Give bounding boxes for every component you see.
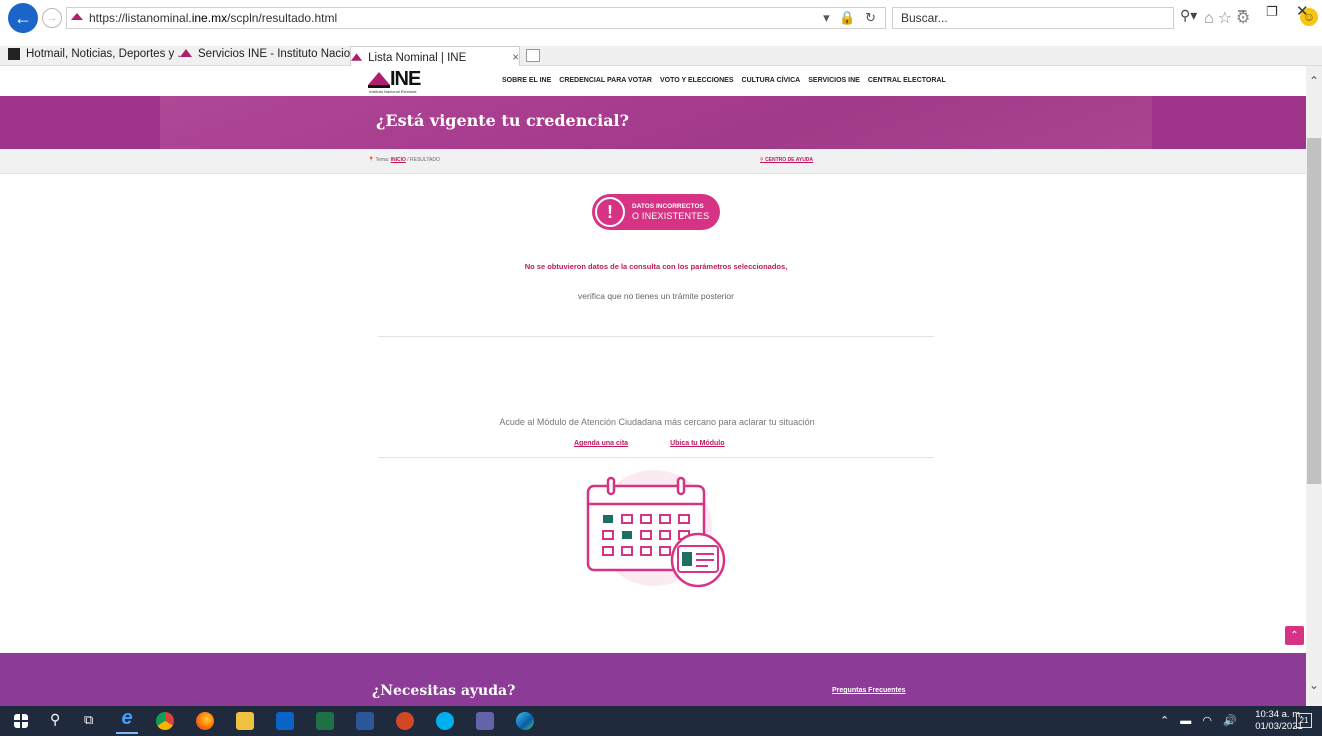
faq-link[interactable]: Preguntas Frecuentes bbox=[832, 687, 906, 694]
breadcrumb-bar: 📍 Tema: INICIO / RESULTADO ⚲ CENTRO DE A… bbox=[0, 149, 1306, 174]
nav-credencial-para-votar[interactable]: CREDENCIAL PARA VOTAR bbox=[559, 77, 652, 84]
footer-title: ¿Necesitas ayuda? bbox=[372, 683, 516, 699]
error-message: No se obtuvieron datos de la consulta co… bbox=[524, 262, 788, 271]
tab-servicios-ine[interactable]: Servicios INE - Instituto Nacion... bbox=[180, 48, 366, 60]
tab-close-icon[interactable]: × bbox=[512, 52, 519, 64]
tab-hotmail[interactable]: Hotmail, Noticias, Deportes y ... bbox=[8, 48, 187, 60]
logo-text: INE bbox=[390, 68, 421, 90]
internet-explorer-icon[interactable]: e bbox=[116, 707, 138, 734]
breadcrumb: 📍 Tema: INICIO / RESULTADO bbox=[368, 157, 440, 163]
find-module-link[interactable]: Ubica tu Módulo bbox=[670, 440, 724, 447]
system-tray-icons[interactable]: ⌃ ▬ ◠ 🔊 bbox=[1160, 714, 1241, 727]
help-pin-icon: ⚲ bbox=[760, 157, 764, 163]
address-url[interactable]: https://listanominal.ine.mx/scpln/result… bbox=[89, 11, 337, 25]
scrollbar-thumb[interactable] bbox=[1307, 138, 1321, 484]
nav-central-electoral[interactable]: CENTRAL ELECTORAL bbox=[868, 77, 946, 84]
breadcrumb-current: / RESULTADO bbox=[407, 157, 440, 163]
back-button[interactable]: ← bbox=[8, 3, 38, 33]
forward-button[interactable]: → bbox=[42, 8, 62, 28]
chevron-up-icon: ⌃ bbox=[1290, 630, 1299, 641]
nav-sobre-el-ine[interactable]: SOBRE EL INE bbox=[502, 77, 551, 84]
action-links: Agenda una cita Ubica tu Módulo bbox=[574, 440, 725, 447]
calendar-ring-right bbox=[676, 476, 686, 496]
id-card-photo bbox=[682, 552, 692, 566]
calendar-ring-left bbox=[606, 476, 616, 496]
notification-center-icon[interactable]: 21 bbox=[1296, 713, 1312, 728]
window-minimize-button[interactable]: – bbox=[1238, 2, 1246, 19]
module-instruction: Acude al Módulo de Atención Ciudadana má… bbox=[499, 417, 815, 427]
ine-favicon-icon bbox=[351, 52, 363, 61]
address-bar[interactable]: https://listanominal.ine.mx/scpln/result… bbox=[66, 7, 886, 29]
scroll-down-icon[interactable]: ⌄ bbox=[1309, 678, 1319, 692]
search-placeholder: Buscar... bbox=[901, 11, 948, 25]
excel-icon[interactable] bbox=[316, 712, 334, 730]
footer: ¿Necesitas ayuda? Preguntas Frecuentes bbox=[0, 653, 1306, 706]
calendar-id-card-illustration bbox=[586, 470, 726, 588]
site-header: INE Instituto Nacional Electoral SOBRE E… bbox=[0, 66, 1306, 96]
schedule-appointment-link[interactable]: Agenda una cita bbox=[574, 440, 628, 447]
hero-left-panel bbox=[0, 96, 160, 149]
windows-start-icon[interactable] bbox=[14, 714, 28, 728]
chrome-icon[interactable] bbox=[156, 712, 174, 730]
task-view-icon[interactable]: ⧉ bbox=[84, 712, 102, 730]
divider bbox=[378, 336, 934, 337]
page-title: ¿Está vigente tu credencial? bbox=[376, 111, 630, 130]
error-submessage: verifica que no tienes un trámite poster… bbox=[578, 291, 734, 301]
main-nav: SOBRE EL INE CREDENCIAL PARA VOTAR VOTO … bbox=[502, 77, 946, 84]
scroll-up-icon[interactable]: ⌃ bbox=[1309, 74, 1319, 88]
web-page: INE Instituto Nacional Electoral SOBRE E… bbox=[0, 66, 1306, 706]
file-explorer-icon[interactable] bbox=[236, 712, 254, 730]
ine-favicon-icon bbox=[71, 13, 83, 20]
arrow-left-icon: ← bbox=[14, 7, 32, 28]
divider bbox=[378, 457, 934, 458]
firefox-icon[interactable] bbox=[196, 712, 214, 730]
nav-servicios-ine[interactable]: SERVICIOS INE bbox=[808, 77, 860, 84]
powerpoint-icon[interactable] bbox=[396, 712, 414, 730]
search-input[interactable]: Buscar... bbox=[892, 7, 1174, 29]
search-icon[interactable]: ⚲▾ bbox=[1180, 7, 1197, 24]
arrow-right-icon: → bbox=[46, 12, 58, 24]
home-favorites-settings-icons[interactable]: ⌂☆⚙ bbox=[1204, 8, 1254, 28]
hero-banner: ¿Está vigente tu credencial? bbox=[0, 96, 1306, 149]
breadcrumb-home-link[interactable]: INICIO bbox=[391, 157, 406, 163]
hero-right-panel bbox=[1152, 96, 1306, 149]
teams-icon[interactable] bbox=[476, 712, 494, 730]
error-badge-line2: O INEXISTENTES bbox=[632, 211, 710, 221]
word-icon[interactable] bbox=[356, 712, 374, 730]
page-scrollbar[interactable]: ⌃ ⌄ bbox=[1306, 66, 1322, 706]
window-restore-button[interactable]: ❐ bbox=[1266, 4, 1278, 20]
nav-voto-y-elecciones[interactable]: VOTO Y ELECCIONES bbox=[660, 77, 734, 84]
error-badge-line1: DATOS INCORRECTOS bbox=[632, 203, 704, 210]
edge-icon[interactable] bbox=[516, 712, 534, 730]
ine-favicon-icon bbox=[180, 49, 192, 57]
logo-subtitle: Instituto Nacional Electoral bbox=[369, 89, 417, 94]
browser-toolbar: ← → https://listanominal.ine.mx/scpln/re… bbox=[0, 0, 1322, 46]
msn-icon bbox=[8, 48, 20, 60]
error-badge: ! DATOS INCORRECTOS O INEXISTENTES bbox=[592, 194, 720, 230]
tab-lista-nominal[interactable]: Lista Nominal | INE × bbox=[350, 46, 520, 66]
windows-taskbar: ⚲ ⧉ e ⌃ ▬ ◠ 🔊 10:34 a. m. 01/03/2021 21 bbox=[0, 706, 1322, 736]
outlook-icon[interactable] bbox=[276, 712, 294, 730]
skype-icon[interactable] bbox=[436, 712, 454, 730]
taskbar-search-icon[interactable]: ⚲ bbox=[50, 711, 68, 729]
tab-row: Hotmail, Noticias, Deportes y ... Servic… bbox=[0, 46, 1322, 66]
ine-logo-mark-icon bbox=[368, 72, 390, 88]
window-close-button[interactable]: ✕ bbox=[1296, 2, 1309, 20]
exclamation-icon: ! bbox=[595, 197, 625, 227]
address-actions-icons[interactable]: ▾ 🔒 ↻ bbox=[823, 10, 879, 26]
new-tab-button[interactable] bbox=[526, 49, 540, 62]
help-center-link[interactable]: ⚲ CENTRO DE AYUDA bbox=[760, 157, 813, 163]
scroll-to-top-button[interactable]: ⌃ bbox=[1285, 626, 1304, 645]
ine-logo[interactable]: INE Instituto Nacional Electoral bbox=[368, 68, 438, 94]
location-pin-icon: 📍 bbox=[368, 157, 375, 163]
nav-cultura-civica[interactable]: CULTURA CÍVICA bbox=[742, 77, 801, 84]
